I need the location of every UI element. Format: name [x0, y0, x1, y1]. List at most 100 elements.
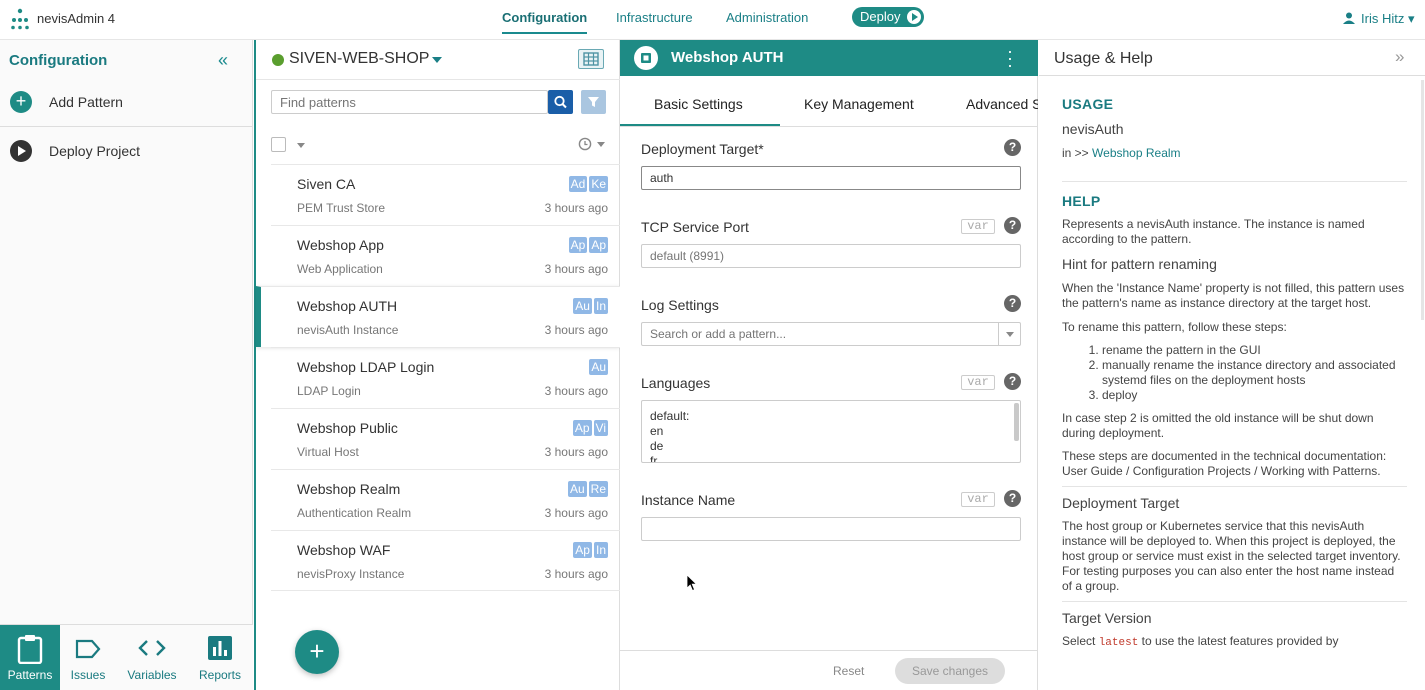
rename-step: rename the pattern in the GUI	[1102, 343, 1407, 358]
tab-variables[interactable]: Variables	[120, 625, 184, 690]
sort-caret-icon[interactable]	[597, 142, 605, 147]
tv-prefix: Select	[1062, 634, 1096, 648]
help-icon[interactable]: ?	[1004, 490, 1021, 507]
help-icon[interactable]: ?	[1004, 373, 1021, 390]
project-name[interactable]: SIVEN-WEB-SHOP	[289, 50, 429, 68]
reset-button[interactable]: Reset	[833, 664, 864, 678]
deployment-target-input[interactable]	[641, 166, 1021, 190]
usage-realm-link[interactable]: Webshop Realm	[1092, 146, 1181, 160]
help-heading: HELP	[1062, 193, 1101, 209]
log-settings-select[interactable]	[641, 322, 1021, 346]
add-pattern-fab[interactable]: +	[295, 630, 339, 674]
pattern-row-selected[interactable]: Webshop AUTH nevisAuth Instance 3 hours …	[256, 286, 620, 347]
pattern-time: 3 hours ago	[544, 323, 608, 337]
dropdown-caret-icon[interactable]	[998, 322, 1021, 346]
select-menu-caret-icon[interactable]	[297, 143, 305, 148]
variable-toggle[interactable]: var	[961, 375, 995, 390]
help-icon[interactable]: ?	[1004, 217, 1021, 234]
pattern-name: Webshop App	[297, 237, 384, 253]
deployment-target-heading: Deployment Target	[1062, 495, 1180, 511]
filter-button[interactable]	[581, 90, 606, 114]
pattern-type: LDAP Login	[297, 384, 361, 398]
user-name: Iris Hitz	[1361, 11, 1405, 26]
tab-patterns[interactable]: Patterns	[0, 625, 60, 690]
help-panel-title: Usage & Help	[1054, 50, 1153, 67]
usage-in: in >> Webshop Realm	[1062, 146, 1407, 161]
filter-icon	[588, 97, 599, 107]
pattern-name: Webshop Realm	[297, 481, 401, 497]
search-button[interactable]	[548, 90, 573, 114]
select-all-checkbox[interactable]	[271, 137, 286, 152]
pattern-search-input[interactable]	[271, 90, 548, 114]
active-tab-indicator	[620, 124, 780, 126]
language-line: fr	[650, 454, 658, 463]
pattern-time: 3 hours ago	[544, 384, 608, 398]
user-menu[interactable]: Iris Hitz ▾	[1361, 11, 1414, 27]
variable-toggle[interactable]: var	[961, 492, 995, 507]
play-icon	[907, 10, 921, 24]
tab-variables-label: Variables	[127, 668, 177, 682]
nav-configuration[interactable]: Configuration	[502, 10, 588, 34]
clock-icon[interactable]	[578, 137, 592, 151]
target-version-heading: Target Version	[1062, 610, 1152, 626]
app-logo-icon	[11, 8, 29, 30]
log-settings-label: Log Settings	[641, 297, 719, 313]
tab-basic-settings[interactable]: Basic Settings	[654, 96, 743, 112]
tab-key-management[interactable]: Key Management	[804, 96, 914, 112]
tab-issues[interactable]: Issues	[60, 625, 116, 690]
tcp-port-input[interactable]	[641, 244, 1021, 268]
more-options-icon[interactable]: · · ·	[1006, 42, 1014, 74]
pattern-type: Virtual Host	[297, 445, 359, 459]
tab-reports-label: Reports	[198, 668, 242, 682]
languages-textarea[interactable]: default: en de fr	[641, 400, 1021, 463]
pattern-type: PEM Trust Store	[297, 201, 386, 215]
pattern-row[interactable]: Webshop Public Virtual Host 3 hours ago …	[271, 408, 620, 469]
pattern-badge: Ap	[573, 542, 592, 558]
deploy-project-label: Deploy Project	[49, 143, 141, 159]
variable-toggle[interactable]: var	[961, 219, 995, 234]
list-header	[271, 132, 606, 162]
clipboard-icon	[17, 635, 43, 664]
pattern-row[interactable]: Webshop WAF nevisProxy Instance 3 hours …	[271, 530, 620, 591]
nav-administration[interactable]: Administration	[726, 10, 808, 25]
textarea-scrollbar[interactable]	[1014, 403, 1019, 441]
collapse-sidebar-icon[interactable]: «	[218, 50, 228, 71]
collapse-help-icon[interactable]: »	[1395, 47, 1404, 67]
help-scrollbar[interactable]	[1421, 80, 1424, 320]
deployment-target-label: Deployment Target*	[641, 141, 764, 157]
pattern-badge: Ap	[572, 420, 592, 436]
pattern-badge: Au	[573, 298, 592, 314]
add-pattern-button[interactable]: + Add Pattern	[0, 79, 253, 123]
table-view-icon[interactable]	[578, 49, 604, 69]
pattern-badge: Re	[588, 481, 608, 497]
save-changes-button[interactable]: Save changes	[895, 658, 1005, 684]
nav-infrastructure[interactable]: Infrastructure	[616, 10, 693, 25]
pattern-list-panel: SIVEN-WEB-SHOP Find patterns Siven CA PE…	[254, 40, 620, 690]
pattern-badge: Ap	[589, 237, 608, 253]
project-dropdown-icon[interactable]	[432, 57, 442, 63]
help-icon[interactable]: ?	[1004, 295, 1021, 312]
deploy-project-button[interactable]: Deploy Project	[0, 128, 253, 172]
pattern-row[interactable]: Webshop App Web Application 3 hours ago …	[271, 225, 620, 286]
help-intro: Represents a nevisAuth instance. The ins…	[1062, 217, 1365, 246]
pattern-badge: Au	[589, 359, 608, 375]
language-line: de	[650, 439, 664, 453]
pattern-row[interactable]: Webshop LDAP Login LDAP Login 3 hours ag…	[271, 347, 620, 408]
instance-name-input[interactable]	[641, 517, 1021, 541]
deploy-label: Deploy	[860, 9, 901, 24]
editor-header: Webshop AUTH · · ·	[620, 40, 1038, 76]
help-content: USAGE nevisAuth in >> Webshop Realm HELP…	[1062, 76, 1407, 690]
help-icon[interactable]: ?	[1004, 139, 1021, 156]
pattern-row[interactable]: Webshop Realm Authentication Realm 3 hou…	[271, 469, 620, 530]
deploy-button[interactable]: Deploy	[852, 7, 924, 27]
help-divider	[1062, 486, 1407, 487]
play-circle-icon	[10, 140, 32, 162]
pattern-editor: Webshop AUTH · · · Basic Settings Key Mana…	[620, 40, 1038, 690]
rename-steps: rename the pattern in the GUI manually r…	[1102, 343, 1407, 403]
pattern-type: nevisProxy Instance	[297, 567, 405, 581]
tab-advanced-settings[interactable]: Advanced Settings	[966, 96, 1038, 112]
pattern-badge: Ke	[589, 176, 608, 192]
pattern-row[interactable]: Siven CA PEM Trust Store 3 hours ago Ad K…	[271, 164, 620, 225]
language-line: default:	[650, 409, 690, 423]
tab-reports[interactable]: Reports	[190, 625, 250, 690]
